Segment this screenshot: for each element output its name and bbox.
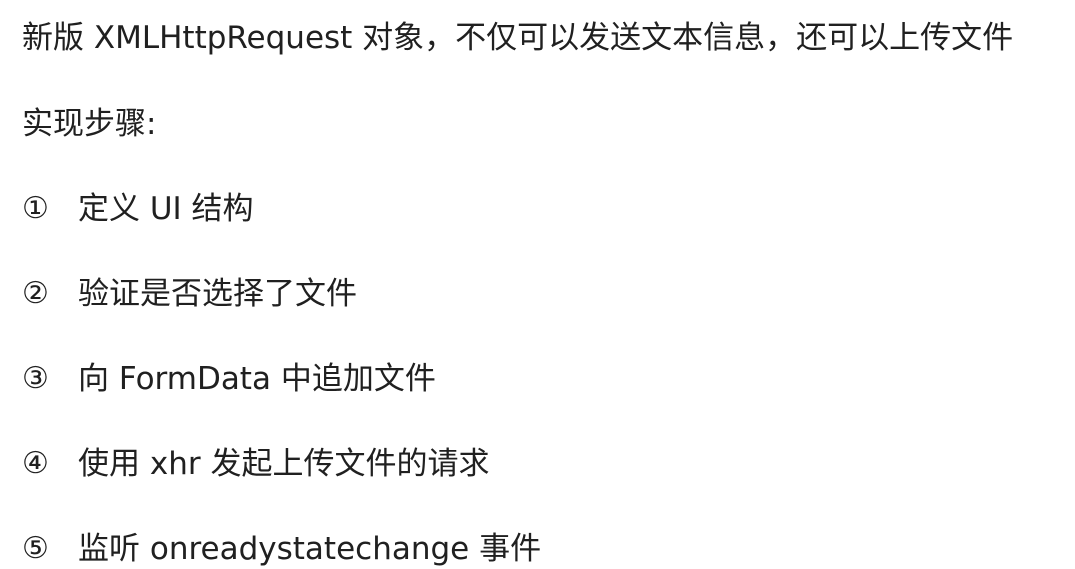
steps-heading: 实现步骤:	[22, 106, 157, 142]
list-item: ② 验证是否选择了文件	[22, 274, 357, 314]
step-text: 使用 xhr 发起上传文件的请求	[78, 446, 490, 482]
step-number: ③	[22, 361, 49, 396]
list-item: ① 定义 UI 结构	[22, 189, 254, 229]
step-number: ②	[22, 276, 49, 311]
step-text: 定义 UI 结构	[78, 191, 254, 227]
list-item: ③ 向 FormData 中追加文件	[22, 359, 436, 399]
step-number: ⑤	[22, 531, 49, 566]
step-number: ①	[22, 191, 49, 226]
list-item: ⑤ 监听 onreadystatechange 事件	[22, 529, 541, 569]
step-text: 验证是否选择了文件	[78, 276, 357, 312]
step-text: 监听 onreadystatechange 事件	[78, 531, 542, 567]
document-page: 新版 XMLHttpRequest 对象，不仅可以发送文本信息，还可以上传文件 …	[0, 0, 1075, 569]
step-number: ④	[22, 446, 49, 481]
list-item: ④ 使用 xhr 发起上传文件的请求	[22, 444, 489, 484]
intro-paragraph: 新版 XMLHttpRequest 对象，不仅可以发送文本信息，还可以上传文件	[22, 20, 1014, 56]
step-text: 向 FormData 中追加文件	[78, 361, 436, 397]
